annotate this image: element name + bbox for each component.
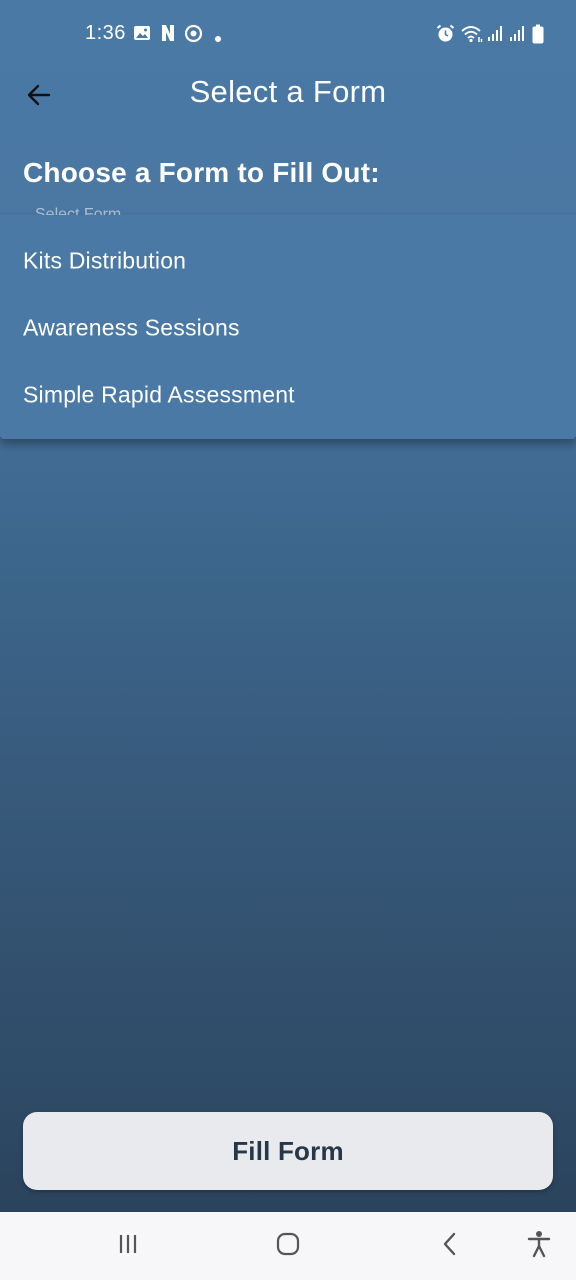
menu-item-label: Awareness Sessions xyxy=(23,314,240,340)
fill-form-button-label: Fill Form xyxy=(232,1135,344,1166)
section-heading: Choose a Form to Fill Out: xyxy=(23,157,380,188)
menu-item-kits-distribution[interactable]: Kits Distribution xyxy=(0,227,576,294)
app-bar: Select a Form xyxy=(0,60,576,130)
battery-icon xyxy=(532,24,544,49)
page-title: Select a Form xyxy=(189,74,387,109)
back-icon xyxy=(439,1232,461,1261)
fill-form-button[interactable]: Fill Form xyxy=(23,1112,553,1190)
alarm-icon xyxy=(436,24,455,48)
recents-button[interactable] xyxy=(108,1226,148,1266)
accessibility-button[interactable] xyxy=(519,1226,559,1266)
sync-circle-icon xyxy=(184,24,203,48)
signal-icon xyxy=(508,24,526,47)
home-icon xyxy=(275,1231,301,1262)
menu-item-label: Simple Rapid Assessment xyxy=(23,381,295,407)
menu-item-simple-rapid-assessment[interactable]: Simple Rapid Assessment xyxy=(0,361,576,428)
n-app-icon xyxy=(160,24,176,47)
menu-item-awareness-sessions[interactable]: Awareness Sessions xyxy=(0,294,576,361)
recents-icon xyxy=(116,1233,140,1260)
wifi-icon xyxy=(460,24,484,48)
gallery-icon xyxy=(133,24,151,47)
menu-item-label: Kits Distribution xyxy=(23,247,187,273)
home-button[interactable] xyxy=(268,1226,308,1266)
status-time: 1:36 xyxy=(85,22,126,44)
system-nav-bar xyxy=(0,1212,576,1280)
screen: 1:36 Select a Form Choose a Form to Fill… xyxy=(0,0,576,1280)
back-nav-button[interactable] xyxy=(430,1226,470,1266)
dot-icon xyxy=(214,30,222,48)
form-select-dropdown-menu: Kits Distribution Awareness Sessions Sim… xyxy=(0,215,576,439)
accessibility-icon xyxy=(526,1230,552,1263)
signal-icon xyxy=(486,24,504,47)
